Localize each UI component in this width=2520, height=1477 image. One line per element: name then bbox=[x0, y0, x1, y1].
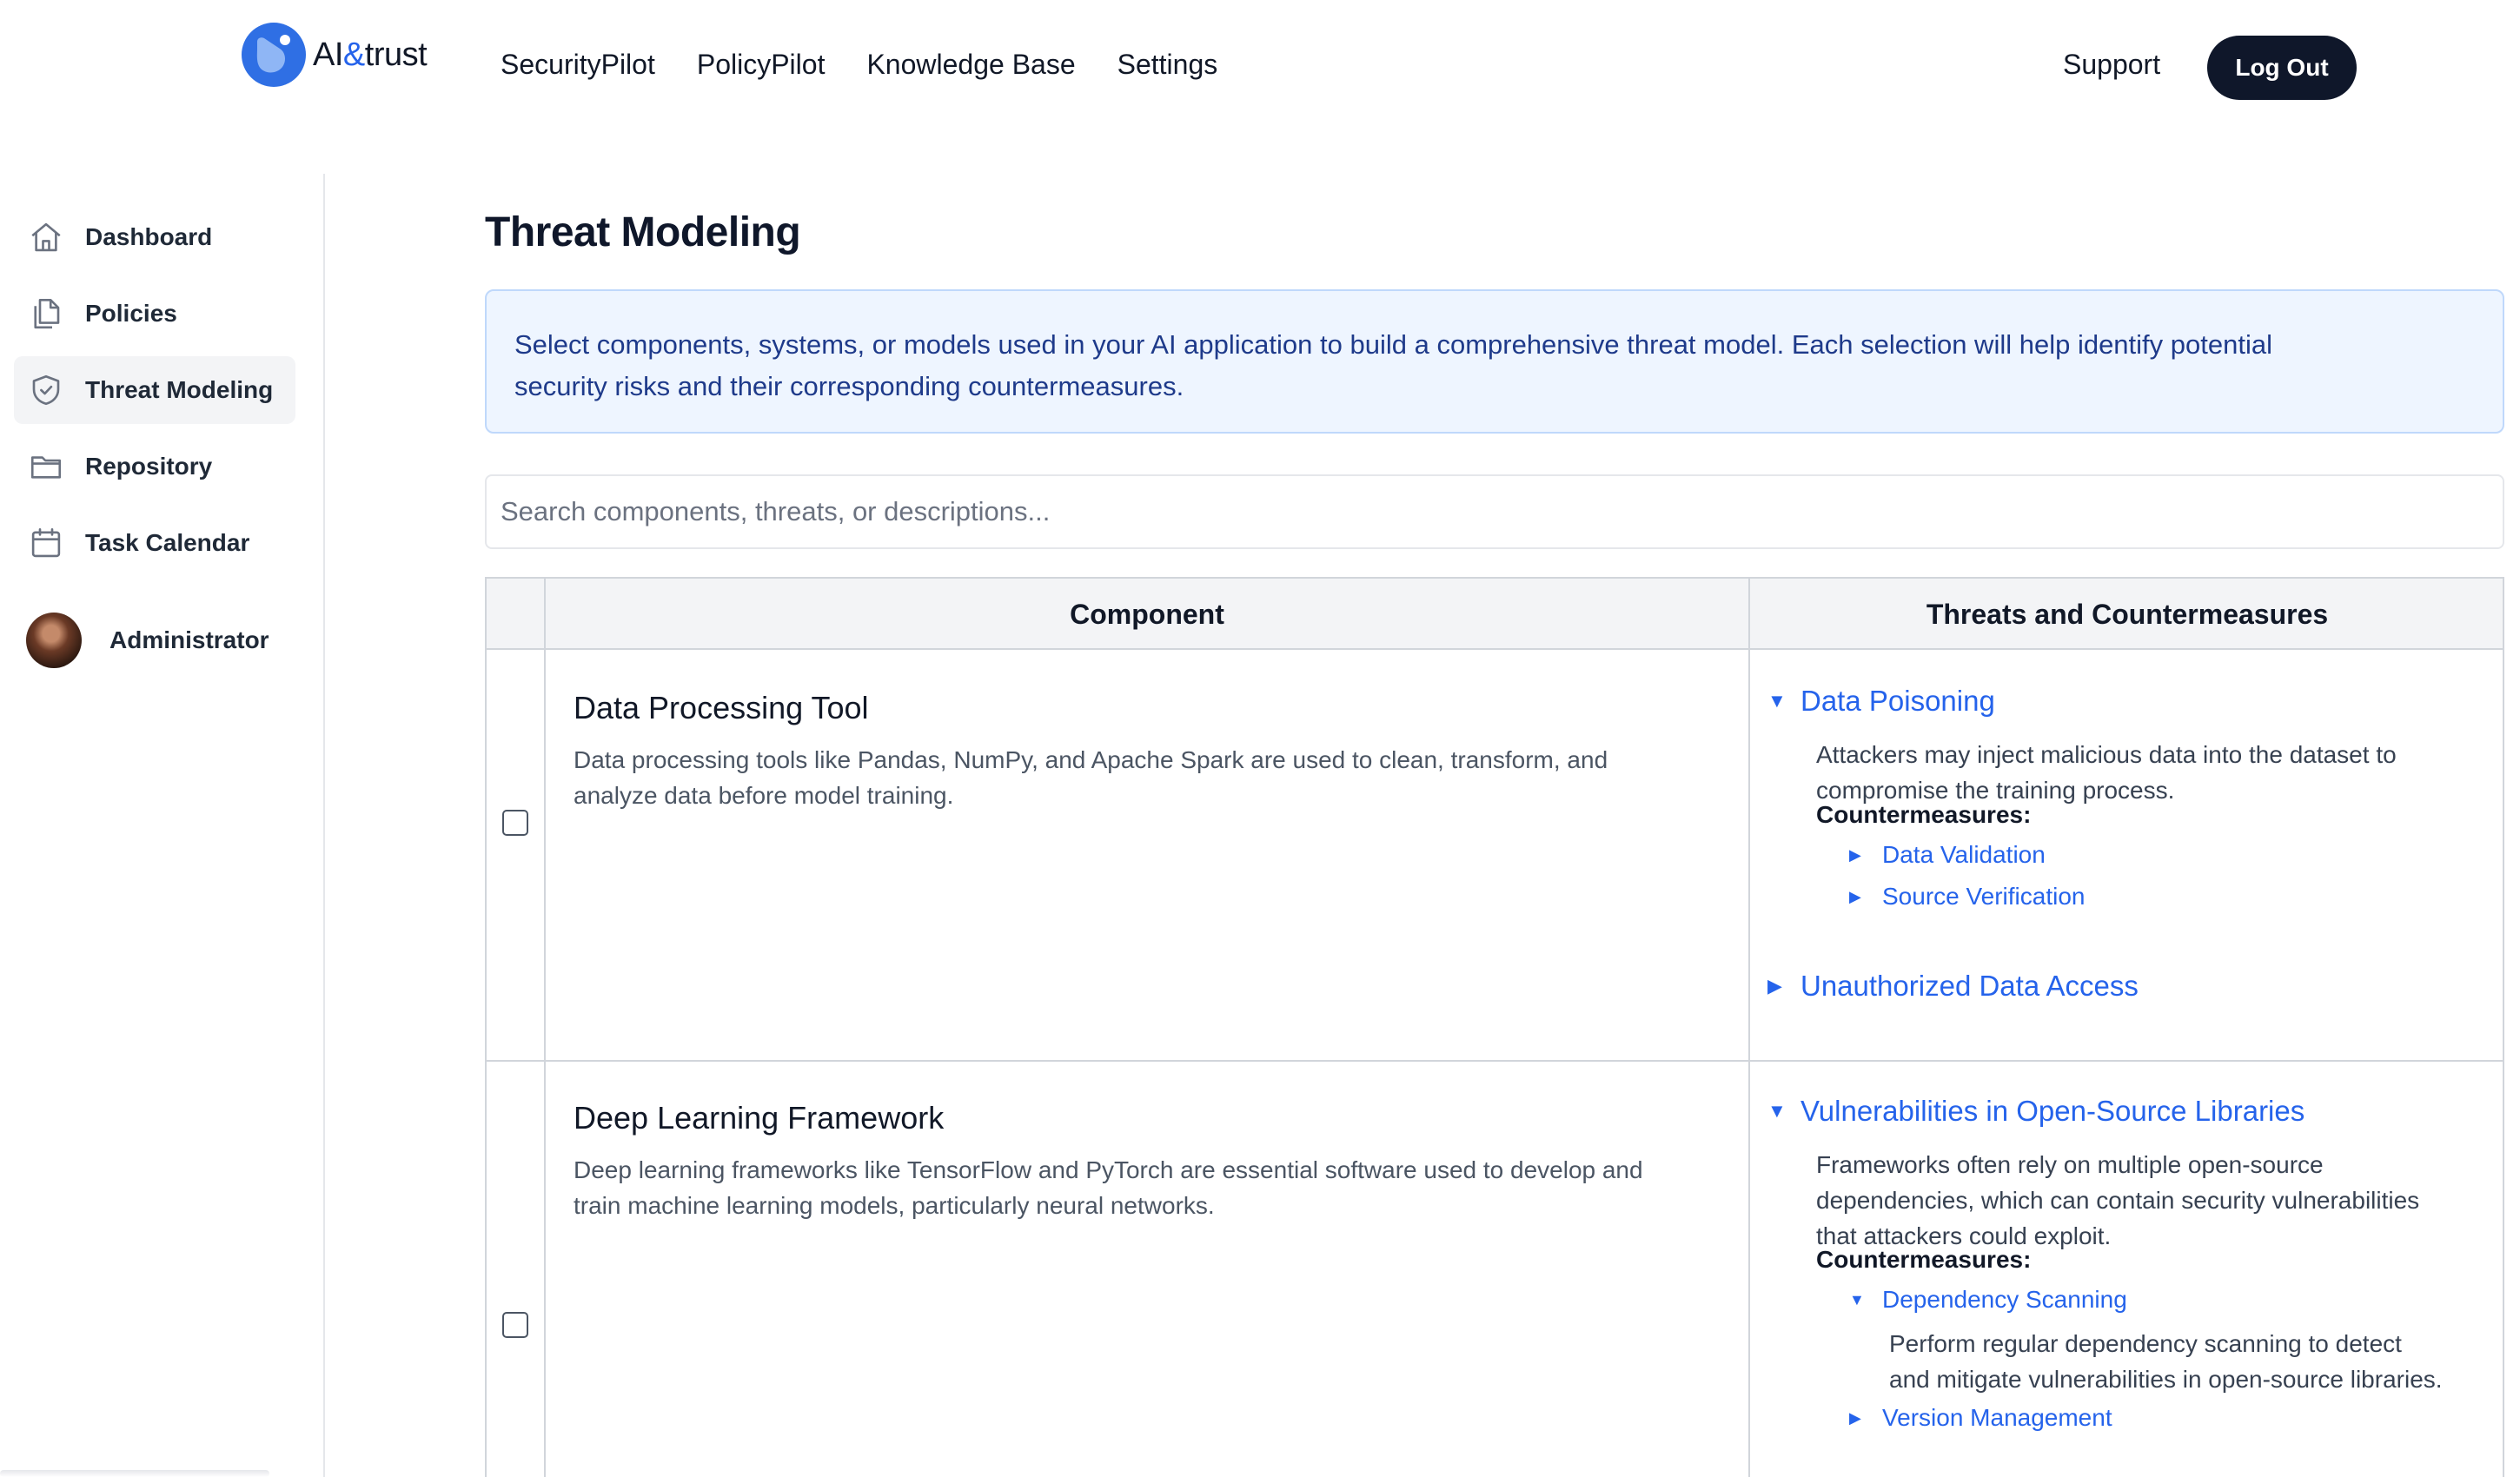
brand-name: AI&trust bbox=[313, 36, 428, 73]
sidebar: Dashboard Policies Threat Modeling Repos… bbox=[0, 174, 325, 1477]
user-profile[interactable]: Administrator bbox=[26, 613, 269, 668]
info-text-line-1: Select components, systems, or models us… bbox=[514, 329, 2272, 360]
search-input[interactable] bbox=[485, 474, 2504, 549]
row-checkbox-deep-learning-framework[interactable] bbox=[502, 1312, 528, 1338]
threat-toggle-open-source-libraries[interactable]: ▼ Vulnerabilities in Open-Source Librari… bbox=[1767, 1095, 2304, 1128]
sidebar-item-repository[interactable]: Repository bbox=[14, 433, 295, 500]
brand-logo[interactable]: AI&trust bbox=[242, 23, 428, 87]
caret-right-icon: ▶ bbox=[1849, 887, 1861, 905]
nav-link-policypilot[interactable]: PolicyPilot bbox=[697, 49, 826, 81]
countermeasure-dependency-scanning[interactable]: ▼ Dependency Scanning bbox=[1849, 1286, 2127, 1314]
caret-right-icon: ▶ bbox=[1767, 975, 1782, 997]
header-component: Component bbox=[1070, 598, 1224, 630]
sidebar-item-task-calendar[interactable]: Task Calendar bbox=[14, 509, 295, 577]
sidebar-item-dashboard[interactable]: Dashboard bbox=[14, 203, 295, 271]
threat-label: Vulnerabilities in Open-Source Libraries bbox=[1800, 1095, 2305, 1127]
component-description: Deep learning frameworks like TensorFlow… bbox=[574, 1156, 1643, 1219]
threat-toggle-data-poisoning[interactable]: ▼ Data Poisoning bbox=[1767, 685, 1995, 718]
support-link[interactable]: Support bbox=[2063, 49, 2160, 81]
home-icon bbox=[26, 217, 66, 257]
countermeasure-label: Data Validation bbox=[1882, 841, 2046, 868]
user-name: Administrator bbox=[109, 626, 269, 653]
page-title: Threat Modeling bbox=[485, 209, 801, 255]
sidebar-scrollbar[interactable] bbox=[0, 1470, 269, 1477]
caret-down-icon: ▼ bbox=[1767, 690, 1787, 712]
log-out-button[interactable]: Log Out bbox=[2207, 36, 2357, 100]
sidebar-item-policies[interactable]: Policies bbox=[14, 280, 295, 348]
caret-down-icon: ▼ bbox=[1849, 1290, 1865, 1308]
sidebar-item-label: Threat Modeling bbox=[85, 376, 274, 403]
countermeasure-label: Dependency Scanning bbox=[1882, 1286, 2127, 1313]
table-header: Component Threats and Countermeasures bbox=[487, 579, 2503, 650]
table-row: Deep Learning Framework Deep learning fr… bbox=[487, 1062, 2503, 1477]
threat-description: Attackers may inject malicious data into… bbox=[1816, 741, 2397, 804]
threat-label: Data Poisoning bbox=[1800, 685, 1995, 717]
sidebar-item-threat-modeling[interactable]: Threat Modeling bbox=[14, 356, 295, 424]
component-name: Data Processing Tool bbox=[574, 690, 869, 725]
nav-link-securitypilot[interactable]: SecurityPilot bbox=[501, 49, 655, 81]
threat-toggle-unauthorized-data-access[interactable]: ▶ Unauthorized Data Access bbox=[1767, 970, 2139, 1003]
info-banner: Select components, systems, or models us… bbox=[485, 289, 2504, 434]
caret-right-icon: ▶ bbox=[1849, 845, 1861, 864]
row-checkbox-data-processing-tool[interactable] bbox=[502, 810, 528, 836]
countermeasure-version-management[interactable]: ▶ Version Management bbox=[1849, 1404, 2112, 1432]
sidebar-item-label: Task Calendar bbox=[85, 529, 250, 556]
top-header: AI&trust SecurityPilot PolicyPilot Knowl… bbox=[0, 0, 2520, 139]
info-text-line-2: security risks and their corresponding c… bbox=[514, 371, 1184, 401]
threat-table: Component Threats and Countermeasures Da… bbox=[485, 577, 2504, 1477]
threat-description: Frameworks often rely on multiple open-s… bbox=[1816, 1151, 2420, 1249]
sidebar-item-label: Dashboard bbox=[85, 223, 213, 250]
countermeasure-source-verification[interactable]: ▶ Source Verification bbox=[1849, 883, 2085, 911]
countermeasure-description: Perform regular dependency scanning to d… bbox=[1889, 1330, 2443, 1393]
countermeasures-heading: Countermeasures: bbox=[1816, 801, 2032, 828]
header-select-cell bbox=[487, 579, 544, 650]
nav-link-knowledge-base[interactable]: Knowledge Base bbox=[866, 49, 1075, 81]
threat-label: Unauthorized Data Access bbox=[1800, 970, 2139, 1002]
main-nav: SecurityPilot PolicyPilot Knowledge Base… bbox=[501, 49, 1217, 81]
nav-link-settings[interactable]: Settings bbox=[1117, 49, 1218, 81]
countermeasure-data-validation[interactable]: ▶ Data Validation bbox=[1849, 841, 2046, 869]
calendar-icon bbox=[26, 523, 66, 563]
documents-icon bbox=[26, 294, 66, 334]
shield-check-icon bbox=[26, 370, 66, 410]
countermeasure-label: Version Management bbox=[1882, 1404, 2112, 1431]
logo-mark-icon bbox=[242, 23, 306, 87]
countermeasures-heading: Countermeasures: bbox=[1816, 1246, 2032, 1273]
avatar bbox=[26, 613, 82, 668]
component-name: Deep Learning Framework bbox=[574, 1100, 945, 1136]
table-row: Data Processing Tool Data processing too… bbox=[487, 652, 2503, 1060]
countermeasure-label: Source Verification bbox=[1882, 883, 2086, 910]
sidebar-item-label: Repository bbox=[85, 453, 213, 480]
component-description: Data processing tools like Pandas, NumPy… bbox=[574, 746, 1608, 809]
folder-icon bbox=[26, 447, 66, 487]
header-threats: Threats and Countermeasures bbox=[1926, 598, 2329, 630]
caret-right-icon: ▶ bbox=[1849, 1408, 1861, 1427]
caret-down-icon: ▼ bbox=[1767, 1100, 1787, 1122]
sidebar-item-label: Policies bbox=[85, 300, 177, 327]
